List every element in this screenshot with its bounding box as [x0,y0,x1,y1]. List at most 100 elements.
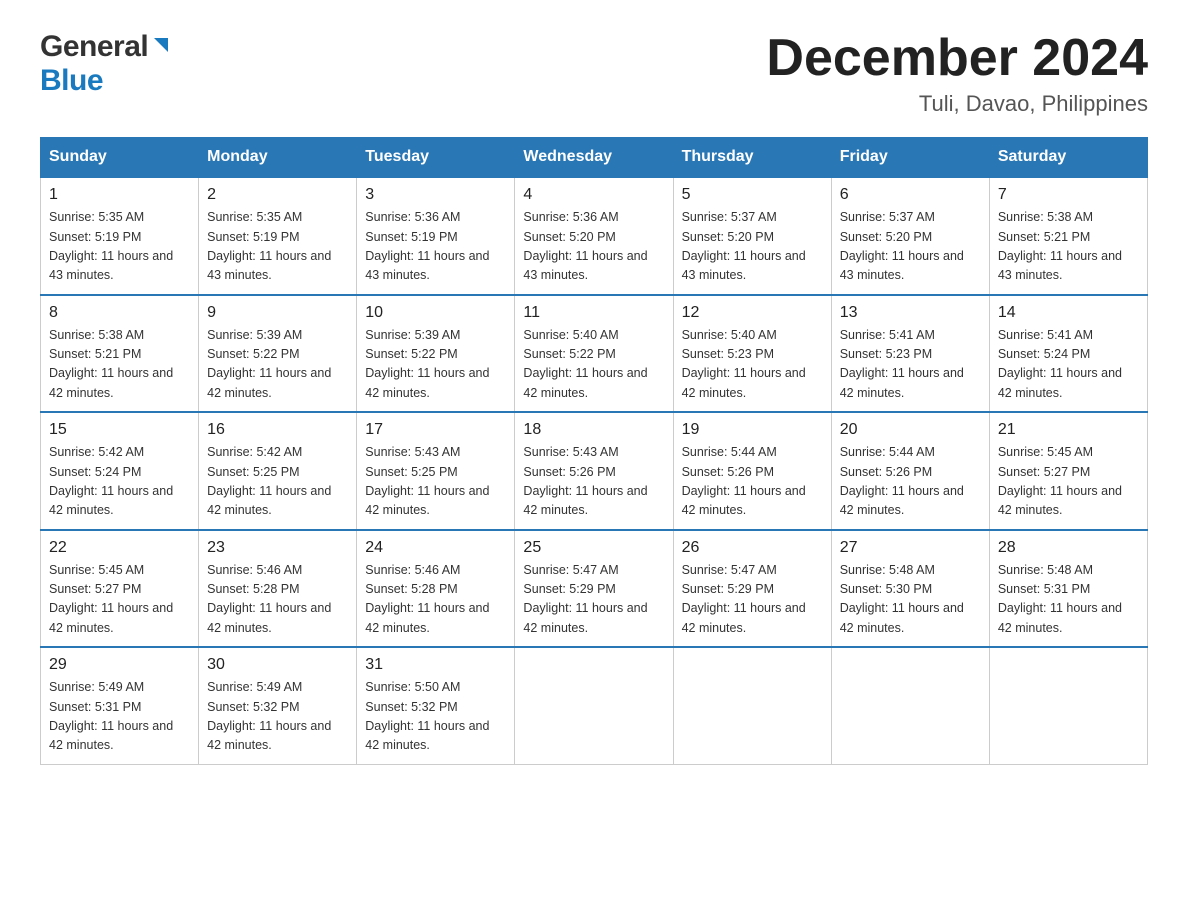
calendar-cell: 4 Sunrise: 5:36 AMSunset: 5:20 PMDayligh… [515,177,673,295]
calendar-cell: 20 Sunrise: 5:44 AMSunset: 5:26 PMDaylig… [831,412,989,530]
day-number: 1 [49,186,190,204]
day-info: Sunrise: 5:37 AMSunset: 5:20 PMDaylight:… [682,210,806,282]
calendar-body: 1 Sunrise: 5:35 AMSunset: 5:19 PMDayligh… [41,177,1148,764]
day-info: Sunrise: 5:48 AMSunset: 5:30 PMDaylight:… [840,563,964,635]
day-number: 16 [207,421,348,439]
day-info: Sunrise: 5:43 AMSunset: 5:25 PMDaylight:… [365,445,489,517]
calendar-cell: 24 Sunrise: 5:46 AMSunset: 5:28 PMDaylig… [357,530,515,648]
logo-row-2: Blue [40,64,103,98]
calendar-cell: 1 Sunrise: 5:35 AMSunset: 5:19 PMDayligh… [41,177,199,295]
day-info: Sunrise: 5:40 AMSunset: 5:23 PMDaylight:… [682,328,806,400]
day-number: 30 [207,656,348,674]
header-cell-thursday: Thursday [673,138,831,178]
day-info: Sunrise: 5:46 AMSunset: 5:28 PMDaylight:… [207,563,331,635]
day-info: Sunrise: 5:48 AMSunset: 5:31 PMDaylight:… [998,563,1122,635]
header-cell-sunday: Sunday [41,138,199,178]
day-info: Sunrise: 5:41 AMSunset: 5:24 PMDaylight:… [998,328,1122,400]
calendar-cell: 8 Sunrise: 5:38 AMSunset: 5:21 PMDayligh… [41,295,199,413]
calendar-cell: 30 Sunrise: 5:49 AMSunset: 5:32 PMDaylig… [199,647,357,764]
day-number: 2 [207,186,348,204]
day-number: 3 [365,186,506,204]
logo-general-text: General [40,30,148,64]
calendar-cell: 10 Sunrise: 5:39 AMSunset: 5:22 PMDaylig… [357,295,515,413]
day-info: Sunrise: 5:39 AMSunset: 5:22 PMDaylight:… [365,328,489,400]
day-info: Sunrise: 5:46 AMSunset: 5:28 PMDaylight:… [365,563,489,635]
day-number: 21 [998,421,1139,439]
day-info: Sunrise: 5:35 AMSunset: 5:19 PMDaylight:… [207,210,331,282]
calendar-cell: 21 Sunrise: 5:45 AMSunset: 5:27 PMDaylig… [989,412,1147,530]
week-row-4: 22 Sunrise: 5:45 AMSunset: 5:27 PMDaylig… [41,530,1148,648]
calendar-cell: 12 Sunrise: 5:40 AMSunset: 5:23 PMDaylig… [673,295,831,413]
day-number: 10 [365,304,506,322]
day-number: 19 [682,421,823,439]
day-number: 8 [49,304,190,322]
day-info: Sunrise: 5:43 AMSunset: 5:26 PMDaylight:… [523,445,647,517]
day-info: Sunrise: 5:49 AMSunset: 5:32 PMDaylight:… [207,680,331,752]
calendar-cell [515,647,673,764]
week-row-3: 15 Sunrise: 5:42 AMSunset: 5:24 PMDaylig… [41,412,1148,530]
calendar-cell: 23 Sunrise: 5:46 AMSunset: 5:28 PMDaylig… [199,530,357,648]
page-header: General Blue December 2024 Tuli, Davao, … [40,30,1148,117]
calendar-header: SundayMondayTuesdayWednesdayThursdayFrid… [41,138,1148,178]
week-row-5: 29 Sunrise: 5:49 AMSunset: 5:31 PMDaylig… [41,647,1148,764]
calendar-cell: 25 Sunrise: 5:47 AMSunset: 5:29 PMDaylig… [515,530,673,648]
header-cell-tuesday: Tuesday [357,138,515,178]
month-title: December 2024 [766,30,1148,87]
calendar-cell: 16 Sunrise: 5:42 AMSunset: 5:25 PMDaylig… [199,412,357,530]
calendar-cell: 29 Sunrise: 5:49 AMSunset: 5:31 PMDaylig… [41,647,199,764]
calendar-cell [831,647,989,764]
calendar-cell: 6 Sunrise: 5:37 AMSunset: 5:20 PMDayligh… [831,177,989,295]
logo: General Blue [40,30,172,98]
day-info: Sunrise: 5:45 AMSunset: 5:27 PMDaylight:… [998,445,1122,517]
day-number: 23 [207,539,348,557]
day-number: 31 [365,656,506,674]
location-title: Tuli, Davao, Philippines [766,91,1148,117]
day-number: 29 [49,656,190,674]
calendar-cell: 7 Sunrise: 5:38 AMSunset: 5:21 PMDayligh… [989,177,1147,295]
header-cell-wednesday: Wednesday [515,138,673,178]
header-cell-monday: Monday [199,138,357,178]
day-number: 13 [840,304,981,322]
calendar-cell: 9 Sunrise: 5:39 AMSunset: 5:22 PMDayligh… [199,295,357,413]
day-number: 24 [365,539,506,557]
day-number: 15 [49,421,190,439]
header-row: SundayMondayTuesdayWednesdayThursdayFrid… [41,138,1148,178]
logo-arrow-icon [150,34,172,61]
day-info: Sunrise: 5:44 AMSunset: 5:26 PMDaylight:… [682,445,806,517]
day-number: 28 [998,539,1139,557]
header-cell-friday: Friday [831,138,989,178]
day-info: Sunrise: 5:42 AMSunset: 5:24 PMDaylight:… [49,445,173,517]
day-number: 25 [523,539,664,557]
calendar-cell: 5 Sunrise: 5:37 AMSunset: 5:20 PMDayligh… [673,177,831,295]
calendar-cell: 13 Sunrise: 5:41 AMSunset: 5:23 PMDaylig… [831,295,989,413]
calendar-cell: 19 Sunrise: 5:44 AMSunset: 5:26 PMDaylig… [673,412,831,530]
day-info: Sunrise: 5:36 AMSunset: 5:20 PMDaylight:… [523,210,647,282]
day-number: 5 [682,186,823,204]
calendar-cell [673,647,831,764]
day-number: 14 [998,304,1139,322]
day-info: Sunrise: 5:39 AMSunset: 5:22 PMDaylight:… [207,328,331,400]
calendar-cell: 28 Sunrise: 5:48 AMSunset: 5:31 PMDaylig… [989,530,1147,648]
day-info: Sunrise: 5:45 AMSunset: 5:27 PMDaylight:… [49,563,173,635]
day-info: Sunrise: 5:38 AMSunset: 5:21 PMDaylight:… [49,328,173,400]
day-number: 18 [523,421,664,439]
day-info: Sunrise: 5:50 AMSunset: 5:32 PMDaylight:… [365,680,489,752]
header-cell-saturday: Saturday [989,138,1147,178]
day-info: Sunrise: 5:35 AMSunset: 5:19 PMDaylight:… [49,210,173,282]
calendar-cell: 3 Sunrise: 5:36 AMSunset: 5:19 PMDayligh… [357,177,515,295]
calendar-cell: 22 Sunrise: 5:45 AMSunset: 5:27 PMDaylig… [41,530,199,648]
calendar-cell: 11 Sunrise: 5:40 AMSunset: 5:22 PMDaylig… [515,295,673,413]
day-number: 26 [682,539,823,557]
day-number: 6 [840,186,981,204]
day-info: Sunrise: 5:47 AMSunset: 5:29 PMDaylight:… [682,563,806,635]
calendar-cell: 27 Sunrise: 5:48 AMSunset: 5:30 PMDaylig… [831,530,989,648]
day-number: 27 [840,539,981,557]
day-number: 22 [49,539,190,557]
day-info: Sunrise: 5:41 AMSunset: 5:23 PMDaylight:… [840,328,964,400]
calendar-cell: 2 Sunrise: 5:35 AMSunset: 5:19 PMDayligh… [199,177,357,295]
day-number: 20 [840,421,981,439]
day-number: 7 [998,186,1139,204]
calendar-cell: 31 Sunrise: 5:50 AMSunset: 5:32 PMDaylig… [357,647,515,764]
logo-blue-text: Blue [40,64,103,98]
day-number: 4 [523,186,664,204]
